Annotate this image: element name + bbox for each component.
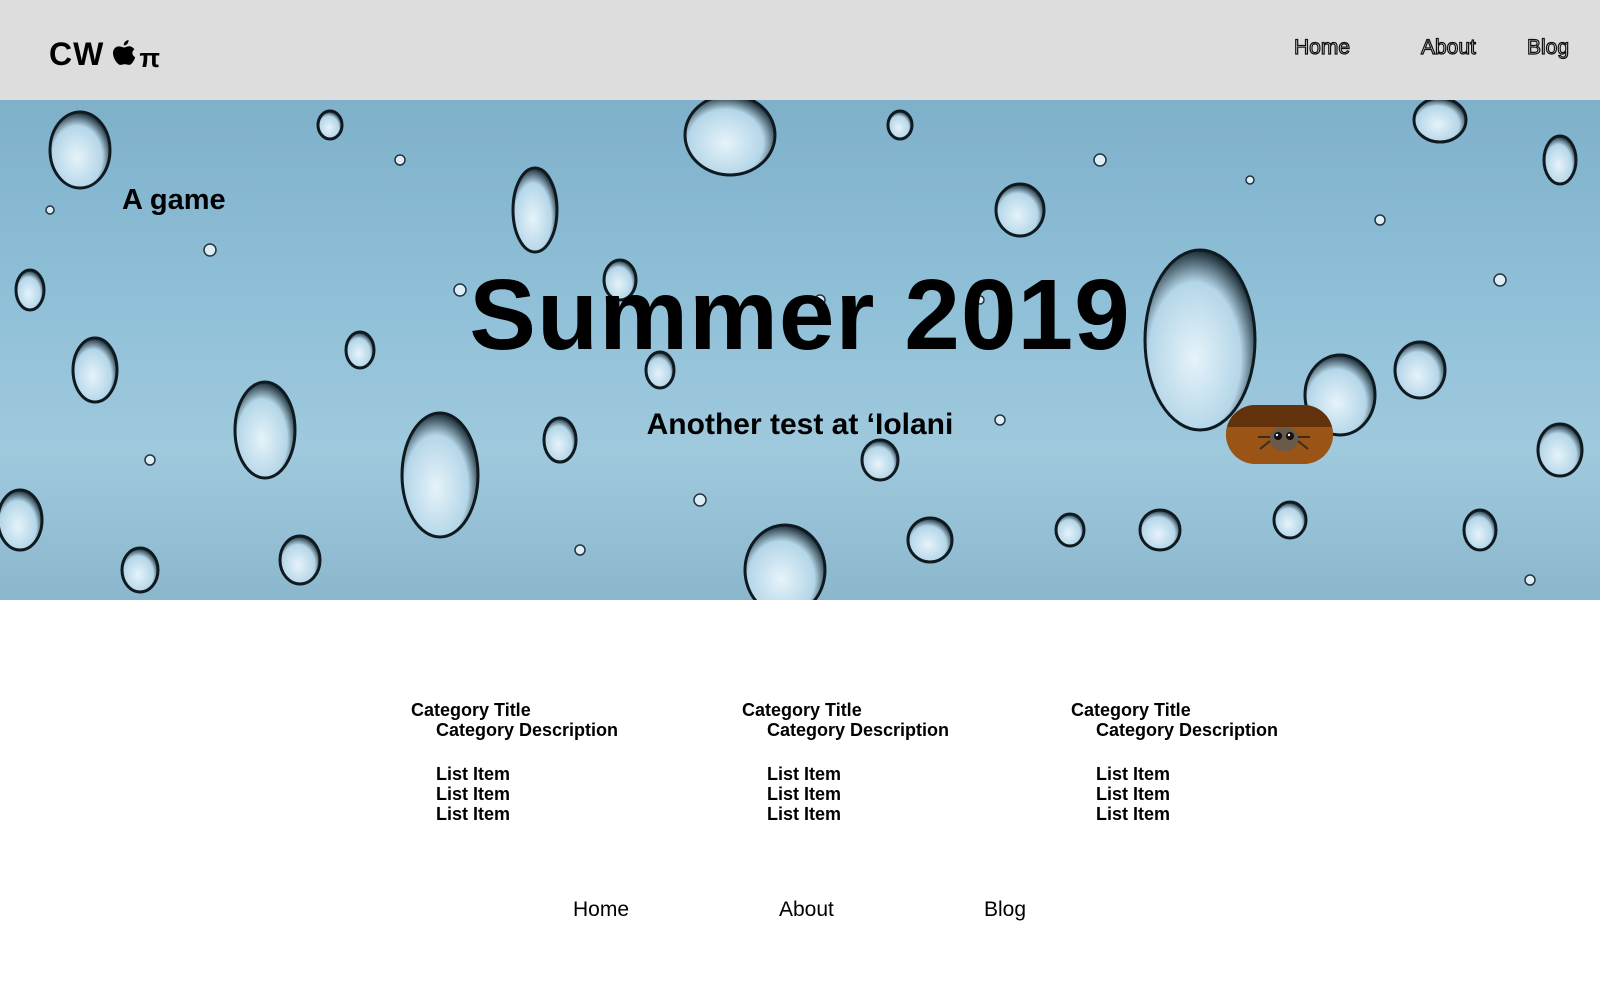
hero-subtitle: Another test at ʻIolani <box>646 408 954 441</box>
category-description: Category Description <box>767 720 950 740</box>
hero-banner: A game Summer 2019 Another test at ʻIola… <box>0 100 1600 600</box>
nav-blog-link[interactable]: Blog <box>1526 35 1569 60</box>
nav-about-link[interactable]: About <box>1420 35 1476 60</box>
category-list: List Item List Item List Item <box>767 764 949 824</box>
category-list: List Item List Item List Item <box>436 764 618 824</box>
list-item: List Item <box>1096 804 1171 824</box>
category-column: Category Title Category Description List… <box>1071 700 1278 824</box>
category-title: Category Title <box>1071 700 1191 720</box>
logo-text: CW <box>49 35 105 72</box>
footer-home-link[interactable]: Home <box>573 898 629 922</box>
list-item: List Item <box>436 804 511 824</box>
footer-blog-link[interactable]: Blog <box>984 898 1026 922</box>
site-header: CW π Home About Blog <box>0 0 1600 100</box>
spider-icon <box>1226 405 1333 464</box>
list-item: List Item <box>436 764 511 784</box>
category-description: Category Description <box>1096 720 1279 740</box>
list-item: List Item <box>1096 784 1171 804</box>
hero-tagline: A game <box>122 184 226 216</box>
category-column: Category Title Category Description List… <box>411 700 618 824</box>
list-item: List Item <box>767 804 842 824</box>
category-list: List Item List Item List Item <box>1096 764 1278 824</box>
category-description: Category Description <box>436 720 619 740</box>
hero-title: Summer 2019 <box>469 259 1131 371</box>
category-column: Category Title Category Description List… <box>742 700 949 824</box>
nav-home-link[interactable]: Home <box>1293 35 1350 60</box>
list-item: List Item <box>767 764 842 784</box>
list-item: List Item <box>436 784 511 804</box>
list-item: List Item <box>767 784 842 804</box>
category-title: Category Title <box>411 700 531 720</box>
footer-about-link[interactable]: About <box>779 898 834 922</box>
apple-icon <box>111 38 137 70</box>
list-item: List Item <box>1096 764 1171 784</box>
spider-photo-pill <box>1226 405 1333 464</box>
category-title: Category Title <box>742 700 862 720</box>
logo-pi-text: π <box>139 42 160 73</box>
site-logo[interactable]: CW π <box>49 34 160 74</box>
